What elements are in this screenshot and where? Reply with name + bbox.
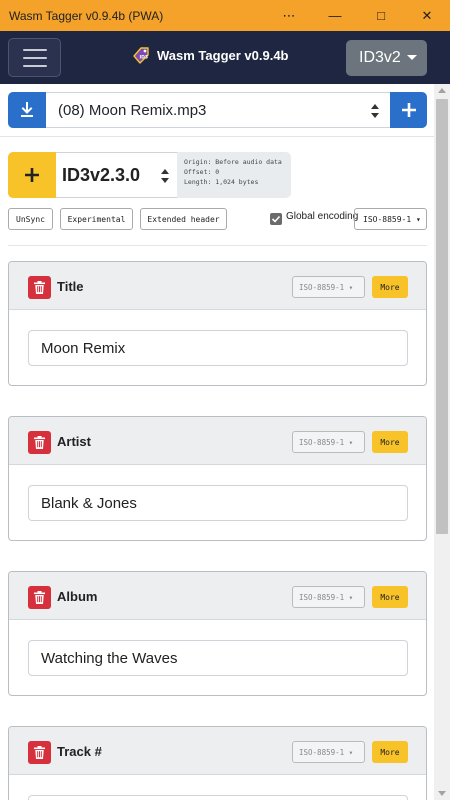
add-file-button[interactable]	[390, 92, 427, 128]
title-input[interactable]: Moon Remix	[28, 330, 408, 366]
track-input[interactable]	[28, 795, 408, 800]
file-row: (08) Moon Remix.mp3	[8, 92, 427, 128]
more-button[interactable]: More	[372, 741, 408, 763]
menu-toggle-button[interactable]	[8, 38, 61, 77]
file-select-value: (08) Moon Remix.mp3	[58, 101, 207, 119]
scroll-down-icon[interactable]	[438, 791, 446, 796]
select-arrows-icon	[161, 169, 169, 183]
more-button[interactable]: More	[372, 431, 408, 453]
global-encoding-label: Global encoding	[286, 211, 359, 222]
tag-version-block: ID3v2.3.0 Origin: Before audio data Offs…	[8, 152, 291, 198]
app-title: Wasm Tagger v0.9.4b	[157, 47, 289, 63]
frame-encoding-select[interactable]: ISO-8859-1 ▾	[292, 586, 365, 608]
extended-header-flag-button[interactable]: Extended header	[140, 208, 227, 230]
select-arrows-icon	[371, 104, 379, 118]
scroll-up-icon[interactable]	[438, 88, 446, 93]
experimental-flag-button[interactable]: Experimental	[60, 208, 133, 230]
artist-input[interactable]: Blank & Jones	[28, 485, 408, 521]
frame-card-track: Track # ISO-8859-1 ▾ More	[8, 726, 427, 800]
window-titlebar: Wasm Tagger v0.9.4b (PWA) ⋯ — □ ✕	[0, 0, 450, 31]
download-button[interactable]	[8, 92, 46, 128]
tag-type-select[interactable]: ID3v2	[346, 40, 427, 76]
plus-icon	[25, 168, 39, 182]
frame-card-body	[9, 775, 426, 800]
window-close-button[interactable]: ✕	[404, 0, 450, 31]
divider	[0, 136, 434, 137]
app-navbar: ID3 Wasm Tagger v0.9.4b ID3v2	[0, 31, 450, 84]
add-frame-button[interactable]	[8, 152, 56, 198]
trash-icon	[34, 281, 45, 294]
trash-icon	[34, 746, 45, 759]
frame-encoding-select[interactable]: ISO-8859-1 ▾	[292, 276, 365, 298]
hamburger-icon-line	[22, 48, 47, 51]
tag-version-value: ID3v2.3.0	[62, 164, 141, 185]
frame-card-body: Blank & Jones	[9, 465, 426, 521]
more-button[interactable]: More	[372, 586, 408, 608]
trash-icon	[34, 591, 45, 604]
scrollbar-thumb[interactable]	[436, 99, 448, 534]
checkmark-icon	[271, 215, 281, 223]
global-encoding-checkbox[interactable]	[270, 213, 282, 225]
delete-frame-button[interactable]	[28, 431, 51, 454]
plus-icon	[401, 103, 416, 117]
delete-frame-button[interactable]	[28, 741, 51, 764]
window-minimize-button[interactable]: —	[312, 0, 358, 31]
frame-title: Title	[57, 279, 84, 294]
tag-logo-icon: ID3	[133, 47, 149, 64]
frame-card-header: Artist ISO-8859-1 ▾ More	[9, 417, 426, 465]
vertical-scrollbar[interactable]	[434, 84, 450, 800]
tag-flags-row: UnSync Experimental Extended header Glob…	[0, 208, 434, 230]
tag-info: Origin: Before audio data Offset: 0 Leng…	[177, 152, 291, 198]
window-title: Wasm Tagger v0.9.4b (PWA)	[9, 8, 164, 23]
more-button[interactable]: More	[372, 276, 408, 298]
window-maximize-button[interactable]: □	[358, 0, 404, 31]
delete-frame-button[interactable]	[28, 276, 51, 299]
delete-frame-button[interactable]	[28, 586, 51, 609]
hamburger-icon-line	[22, 56, 47, 59]
window-menu-button[interactable]: ⋯	[266, 0, 312, 31]
svg-text:ID3: ID3	[140, 55, 149, 61]
tag-info-offset: Offset: 0	[184, 168, 220, 176]
frame-title: Track #	[57, 744, 102, 759]
divider	[8, 245, 427, 246]
frame-card-header: Track # ISO-8859-1 ▾ More	[9, 727, 426, 775]
frame-card-title: Title ISO-8859-1 ▾ More Moon Remix	[8, 261, 427, 386]
global-encoding-select[interactable]: ISO-8859-1 ▾	[354, 208, 427, 230]
app-brand: ID3 Wasm Tagger v0.9.4b	[131, 45, 289, 65]
frame-card-body: Moon Remix	[9, 310, 426, 366]
file-select[interactable]: (08) Moon Remix.mp3	[46, 92, 391, 128]
download-icon	[21, 102, 33, 117]
unsync-flag-button[interactable]: UnSync	[8, 208, 53, 230]
tag-info-length: Length: 1,024 bytes	[184, 178, 259, 186]
tag-type-value: ID3v2	[359, 49, 401, 66]
hamburger-icon-line	[22, 64, 47, 67]
tag-info-origin: Origin: Before audio data	[184, 158, 282, 166]
frame-title: Album	[57, 589, 98, 604]
album-input[interactable]: Watching the Waves	[28, 640, 408, 676]
frame-encoding-select[interactable]: ISO-8859-1 ▾	[292, 431, 365, 453]
trash-icon	[34, 436, 45, 449]
frame-card-body: Watching the Waves	[9, 620, 426, 676]
frame-card-artist: Artist ISO-8859-1 ▾ More Blank & Jones	[8, 416, 427, 541]
frame-card-header: Title ISO-8859-1 ▾ More	[9, 262, 426, 310]
caret-down-icon	[407, 55, 417, 60]
frame-card-album: Album ISO-8859-1 ▾ More Watching the Wav…	[8, 571, 427, 696]
frame-encoding-select[interactable]: ISO-8859-1 ▾	[292, 741, 365, 763]
frame-title: Artist	[57, 434, 91, 449]
tag-version-select[interactable]: ID3v2.3.0	[56, 152, 177, 198]
frame-card-header: Album ISO-8859-1 ▾ More	[9, 572, 426, 620]
